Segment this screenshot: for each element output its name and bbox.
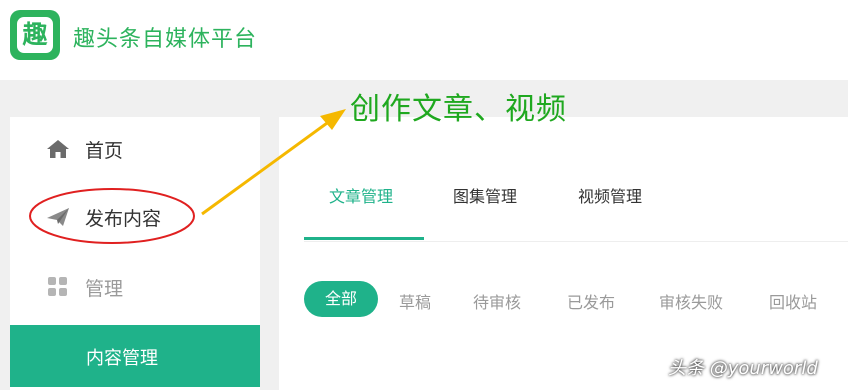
active-tab-indicator [304, 237, 424, 240]
logo-char: 趣 [17, 17, 53, 53]
grid-icon [48, 277, 67, 296]
filter-recycle-bin[interactable]: 回收站 [769, 289, 817, 313]
watermark: 头条 @yourworld [668, 358, 818, 379]
tab-galleries[interactable]: 图集管理 [453, 183, 517, 207]
sidebar-item-manage[interactable]: 管理 [10, 262, 260, 312]
main-panel: 文章管理 图集管理 视频管理 全部 草稿 待审核 已发布 审核失败 回收站 [279, 117, 848, 390]
tab-articles[interactable]: 文章管理 [329, 183, 393, 207]
filter-pending-review[interactable]: 待审核 [473, 289, 521, 313]
sidebar: 首页 发布内容 管理 内容管理 [10, 117, 260, 390]
home-icon [47, 140, 69, 158]
sidebar-item-content-manage[interactable]: 内容管理 [10, 325, 260, 387]
tab-videos[interactable]: 视频管理 [578, 183, 642, 207]
app-logo[interactable]: 趣 [10, 10, 60, 60]
filter-drafts[interactable]: 草稿 [399, 289, 431, 313]
brand-title: 趣头条自媒体平台 [73, 27, 258, 52]
sidebar-active-label: 内容管理 [86, 348, 158, 369]
annotation-title: 创作文章、视频 [350, 92, 567, 127]
sidebar-item-label: 发布内容 [85, 208, 162, 230]
sidebar-item-label: 首页 [85, 140, 124, 162]
filter-review-failed[interactable]: 审核失败 [659, 289, 723, 313]
filter-all-chip[interactable]: 全部 [304, 281, 378, 317]
filter-published[interactable]: 已发布 [567, 289, 615, 313]
sidebar-item-publish[interactable]: 发布内容 [10, 192, 260, 242]
paper-plane-icon [47, 208, 69, 226]
top-header: 趣 趣头条自媒体平台 [0, 0, 848, 80]
sidebar-item-label: 管理 [85, 278, 124, 300]
tab-bar: 文章管理 图集管理 视频管理 [304, 117, 848, 242]
sidebar-item-home[interactable]: 首页 [10, 124, 260, 174]
